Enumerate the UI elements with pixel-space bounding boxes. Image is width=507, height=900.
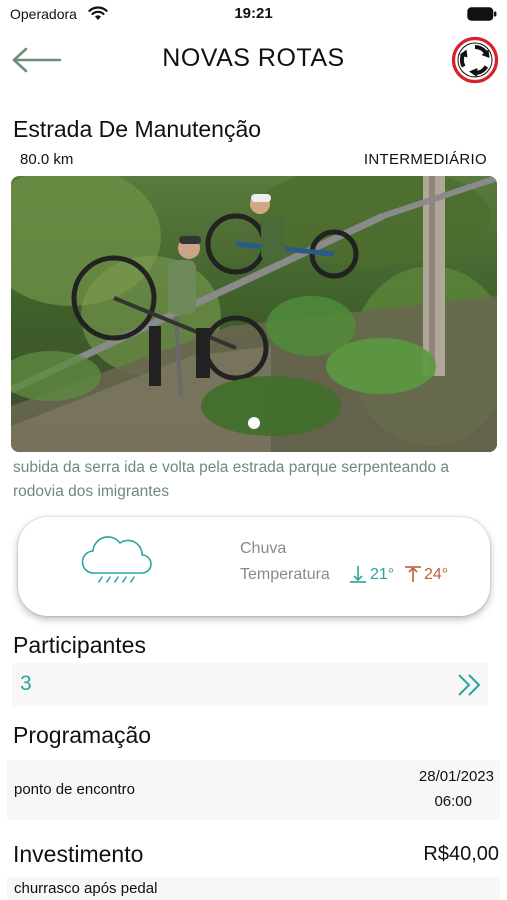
- schedule-item-time: 06:00: [434, 793, 472, 810]
- route-photo: [11, 176, 497, 452]
- temperature-max-icon: [405, 566, 421, 582]
- participants-row[interactable]: 3: [12, 663, 488, 706]
- investment-price: R$40,00: [423, 843, 499, 865]
- circular-arrows-icon: [451, 36, 499, 84]
- participants-title: Participantes: [13, 632, 146, 658]
- route-photo-carousel[interactable]: [11, 176, 497, 452]
- schedule-title: Programação: [13, 722, 152, 748]
- route-name: Estrada De Manutenção: [13, 116, 262, 142]
- route-distance: 80.0 km: [20, 151, 74, 168]
- schedule-item: ponto de encontro 28/01/2023 06:00: [7, 760, 500, 820]
- participants-count: 3: [20, 672, 32, 695]
- route-description: subida da serra ida e volta pela estrada…: [13, 459, 450, 500]
- schedule-item-label: ponto de encontro: [14, 781, 135, 798]
- page-title: NOVAS ROTAS: [162, 44, 345, 72]
- status-bar: Operadora 19:21: [0, 0, 507, 30]
- clock: 19:21: [234, 5, 273, 22]
- circular-arrows-button[interactable]: [451, 36, 499, 84]
- double-chevron-right-icon[interactable]: [456, 672, 484, 698]
- temperature-min-icon: [350, 566, 366, 583]
- battery-icon: [467, 7, 497, 21]
- investment-title: Investimento: [13, 841, 144, 867]
- schedule-item-date: 28/01/2023: [418, 768, 494, 785]
- temperature-label: Temperatura: [240, 566, 330, 583]
- investment-description: churrasco após pedal: [14, 880, 158, 897]
- cloud-rain-icon: [81, 536, 152, 583]
- investment-item: churrasco após pedal: [7, 877, 500, 900]
- carousel-dot-active[interactable]: [248, 417, 260, 429]
- weather-condition: Chuva: [240, 540, 287, 557]
- temperature-min: 21°: [370, 566, 395, 583]
- route-difficulty: INTERMEDIÁRIO: [363, 151, 487, 168]
- weather-card: Chuva Temperatura 21° 24°: [18, 517, 490, 616]
- temperature-max: 24°: [424, 566, 449, 583]
